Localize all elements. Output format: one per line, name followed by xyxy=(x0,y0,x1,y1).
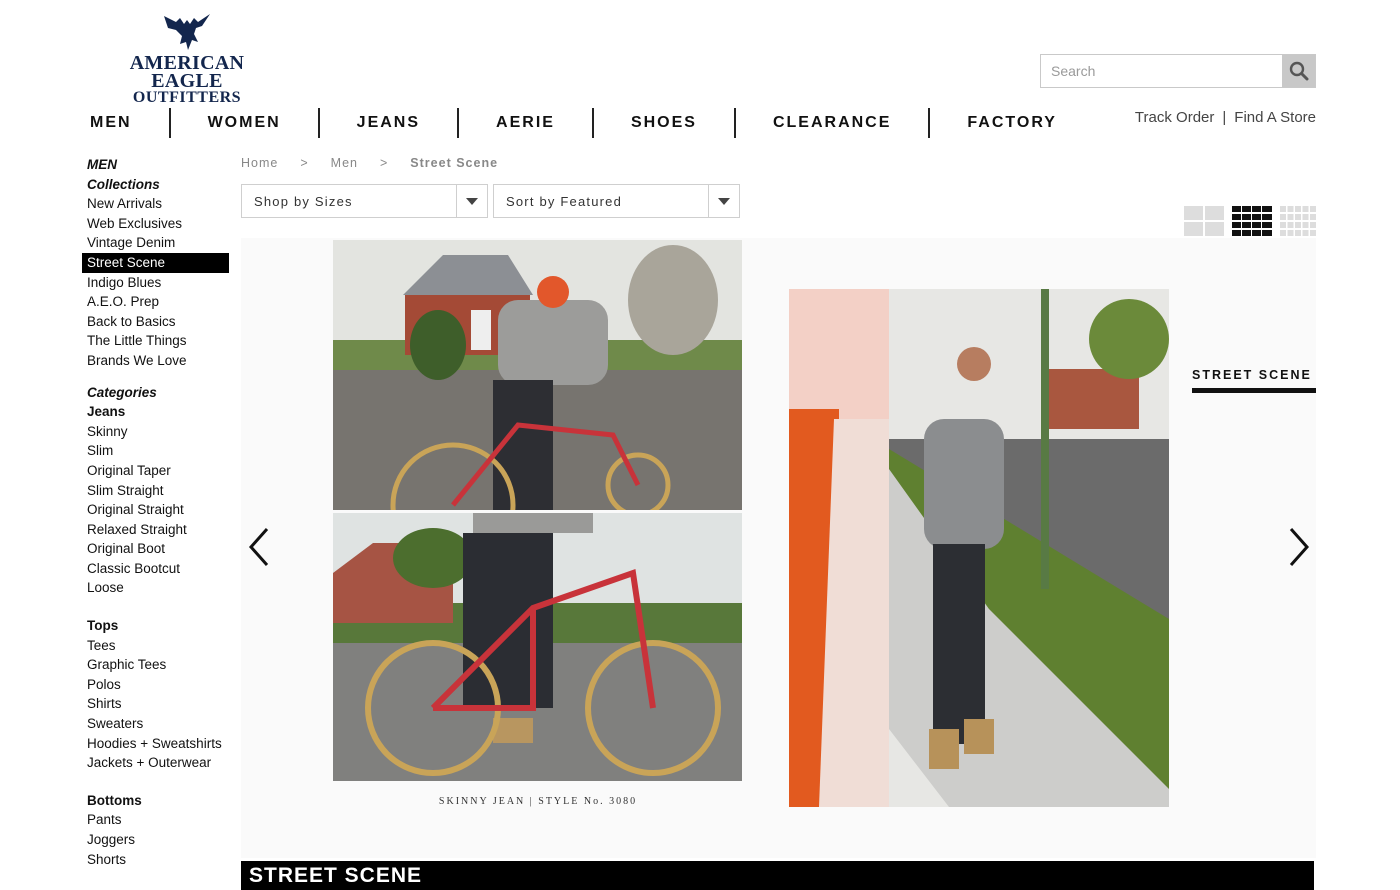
collections-heading: Collections xyxy=(87,176,160,192)
search-box xyxy=(1040,54,1316,88)
sidebar-item-jeans[interactable]: Jeans xyxy=(87,402,229,422)
sidebar-item-original-boot[interactable]: Original Boot xyxy=(87,539,229,559)
sidebar-item-indigo-blues[interactable]: Indigo Blues xyxy=(87,273,229,293)
nav-factory[interactable]: FACTORY xyxy=(930,108,1094,138)
eagle-logo-icon xyxy=(164,14,210,50)
logo-text-line2: OUTFITTERS xyxy=(132,89,242,106)
breadcrumb-home[interactable]: Home xyxy=(241,156,278,170)
sidebar-item-original-taper[interactable]: Original Taper xyxy=(87,461,229,481)
sidebar-item-new-arrivals[interactable]: New Arrivals xyxy=(87,194,229,214)
nav-clearance[interactable]: CLEARANCE xyxy=(736,108,928,138)
brand-logo[interactable]: AMERICAN EAGLE OUTFITTERS xyxy=(92,12,282,106)
nav-men[interactable]: MEN xyxy=(72,108,169,138)
grid-medium-icon[interactable] xyxy=(1232,206,1272,236)
cyclist-photo-top-image xyxy=(333,240,742,510)
cyclist-photo-bottom[interactable] xyxy=(333,513,742,781)
search-input[interactable] xyxy=(1041,55,1283,87)
sidebar: MEN Collections New Arrivals Web Exclusi… xyxy=(82,155,229,870)
sidebar-item-polos[interactable]: Polos xyxy=(87,675,229,695)
nav-jeans[interactable]: JEANS xyxy=(320,108,457,138)
sidebar-item-skinny[interactable]: Skinny xyxy=(87,422,229,442)
sidebar-item-shorts[interactable]: Shorts xyxy=(87,850,229,870)
find-store-link[interactable]: Find A Store xyxy=(1234,109,1316,126)
main-nav: MEN WOMEN JEANS AERIE SHOES CLEARANCE FA… xyxy=(72,106,1094,140)
sidebar-item-graphic-tees[interactable]: Graphic Tees xyxy=(87,655,229,675)
street-scene-banner-title: STREET SCENE xyxy=(249,864,423,887)
grid-large-icon[interactable] xyxy=(1184,206,1224,236)
sidebar-item-tops[interactable]: Tops xyxy=(87,616,229,636)
sidebar-item-street-scene[interactable]: Street Scene xyxy=(82,252,229,273)
sidebar-item-jackets[interactable]: Jackets + Outerwear xyxy=(87,753,229,773)
sidebar-item-pants[interactable]: Pants xyxy=(87,810,229,830)
sidebar-item-brands-we-love[interactable]: Brands We Love xyxy=(87,351,229,371)
sidebar-item-loose[interactable]: Loose xyxy=(87,578,229,598)
model-photo-sidewalk-image xyxy=(789,289,1169,807)
model-photo-sidewalk[interactable] xyxy=(789,289,1169,807)
chevron-down-icon xyxy=(456,185,487,217)
grid-view-toggles xyxy=(1184,206,1316,236)
sidebar-section-title: MEN xyxy=(87,157,117,172)
search-button[interactable] xyxy=(1282,55,1315,87)
sidebar-item-relaxed-straight[interactable]: Relaxed Straight xyxy=(87,520,229,540)
sort-label: Sort by Featured xyxy=(506,194,623,209)
breadcrumb-men[interactable]: Men xyxy=(331,156,358,170)
sidebar-item-classic-bootcut[interactable]: Classic Bootcut xyxy=(87,559,229,579)
sidebar-item-aeo-prep[interactable]: A.E.O. Prep xyxy=(87,292,229,312)
cyclist-photo-top[interactable] xyxy=(333,240,742,510)
sidebar-item-back-to-basics[interactable]: Back to Basics xyxy=(87,312,229,332)
sort-select[interactable]: Sort by Featured xyxy=(493,184,740,218)
nav-women[interactable]: WOMEN xyxy=(171,108,318,138)
sidebar-item-hoodies[interactable]: Hoodies + Sweatshirts xyxy=(87,734,229,754)
sidebar-item-little-things[interactable]: The Little Things xyxy=(87,331,229,351)
shop-by-sizes-label: Shop by Sizes xyxy=(254,194,353,209)
nav-shoes[interactable]: SHOES xyxy=(594,108,734,138)
sidebar-item-sweaters[interactable]: Sweaters xyxy=(87,714,229,734)
nav-aerie[interactable]: AERIE xyxy=(459,108,592,138)
sidebar-item-slim[interactable]: Slim xyxy=(87,441,229,461)
chevron-left-icon[interactable] xyxy=(248,527,270,567)
sidebar-item-joggers[interactable]: Joggers xyxy=(87,830,229,850)
chevron-down-icon xyxy=(708,185,739,217)
sidebar-item-web-exclusives[interactable]: Web Exclusives xyxy=(87,214,229,234)
breadcrumb: Home > Men > Street Scene xyxy=(241,156,498,170)
street-scene-label[interactable]: STREET SCENE xyxy=(1192,368,1316,393)
breadcrumb-current: Street Scene xyxy=(410,156,499,170)
magnifier-icon xyxy=(1289,61,1308,81)
breadcrumb-separator: > xyxy=(379,156,389,170)
cyclist-photo-bottom-image xyxy=(333,513,742,781)
sidebar-item-original-straight[interactable]: Original Straight xyxy=(87,500,229,520)
utility-separator: | xyxy=(1222,109,1227,126)
product-caption[interactable]: SKINNY JEAN | STYLE No. 3080 xyxy=(333,796,743,807)
categories-heading: Categories xyxy=(87,384,157,400)
track-order-link[interactable]: Track Order xyxy=(1135,109,1214,126)
utility-links: Track Order | Find A Store xyxy=(1135,109,1316,126)
sidebar-item-slim-straight[interactable]: Slim Straight xyxy=(87,481,229,501)
shop-by-sizes-select[interactable]: Shop by Sizes xyxy=(241,184,488,218)
breadcrumb-separator: > xyxy=(300,156,309,170)
chevron-right-icon[interactable] xyxy=(1288,527,1310,567)
logo-text-line1: AMERICAN EAGLE xyxy=(129,52,245,92)
grid-small-icon[interactable] xyxy=(1280,206,1316,236)
sidebar-item-vintage-denim[interactable]: Vintage Denim xyxy=(87,233,229,253)
street-scene-banner: STREET SCENE xyxy=(241,861,1314,890)
sidebar-item-tees[interactable]: Tees xyxy=(87,636,229,656)
sidebar-item-bottoms[interactable]: Bottoms xyxy=(87,791,229,811)
sidebar-item-shirts[interactable]: Shirts xyxy=(87,694,229,714)
